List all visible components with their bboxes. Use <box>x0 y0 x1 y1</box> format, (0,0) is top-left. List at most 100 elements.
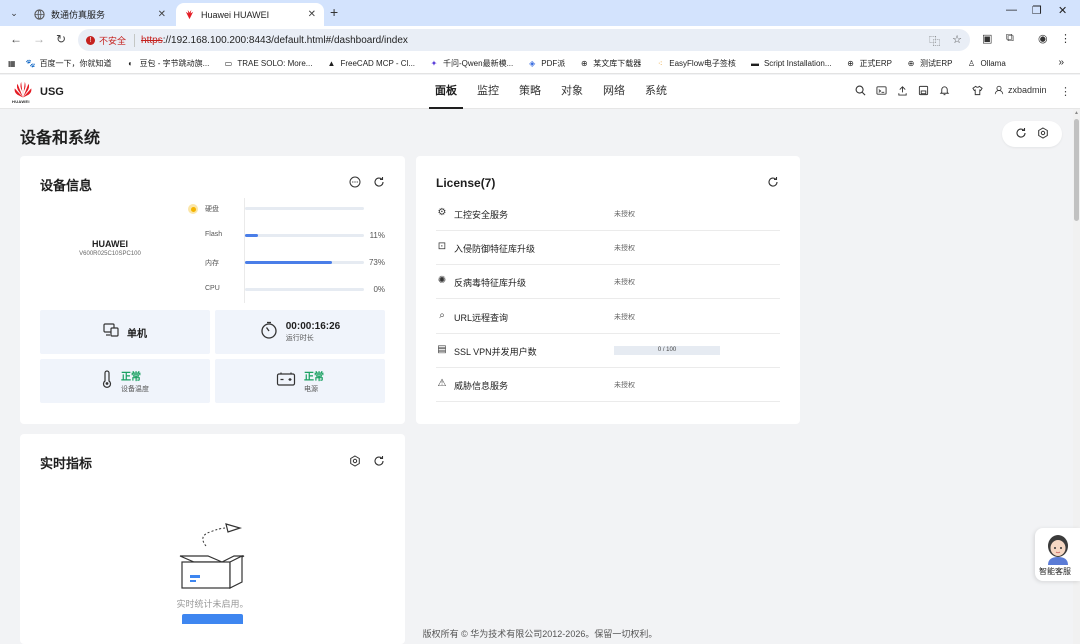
close-tab-icon[interactable]: ✕ <box>158 9 166 20</box>
back-icon[interactable]: ← <box>10 32 22 46</box>
bookmark-item[interactable]: ▬ Script Installation... <box>750 59 832 69</box>
bookmark-item[interactable]: ◈ PDF派 <box>527 58 565 69</box>
nav-monitor[interactable]: 监控 <box>467 75 509 109</box>
puzzle-icon[interactable]: ⧉ <box>1006 32 1014 45</box>
bookmark-star-icon[interactable]: ☆ <box>952 33 962 49</box>
user-menu[interactable]: zxbadmin <box>994 85 1047 95</box>
nav-system[interactable]: 系统 <box>635 75 677 109</box>
license-row[interactable]: ✺ 反病毒特征库升级 未授权 <box>436 265 780 299</box>
footer-copyright: 版权所有 © 华为技术有限公司2012-2026。保留一切权利。 <box>422 629 658 639</box>
doubao-icon: ◐ <box>128 59 133 68</box>
globe-icon: ⊕ <box>907 59 915 68</box>
bookmark-item[interactable]: ⊕ 正式ERP <box>846 58 892 69</box>
close-tab-icon[interactable]: ✕ <box>308 9 316 20</box>
settings-icon[interactable] <box>1037 126 1049 142</box>
bookmark-item[interactable]: ⁖ EasyFlow电子签核 <box>655 58 736 69</box>
reload-icon[interactable]: ↻ <box>56 32 66 46</box>
scrollbar-thumb[interactable] <box>1074 119 1079 221</box>
save-icon[interactable] <box>918 85 929 99</box>
tab-title: 数通仿真服务 <box>51 10 106 20</box>
nav-network[interactable]: 网络 <box>593 75 635 109</box>
bookmark-item[interactable]: 🐾 百度一下，你就知道 <box>26 58 112 69</box>
url-protocol: https <box>141 34 163 46</box>
url-text: ://192.168.100.200:8443/default.html#/da… <box>162 34 408 46</box>
terminal-icon[interactable] <box>876 85 887 99</box>
translate-icon[interactable]: ⿻ <box>929 33 940 49</box>
ollama-icon: ♙ <box>967 59 976 68</box>
restore-icon[interactable]: ❐ <box>1032 4 1042 17</box>
nav-dashboard[interactable]: 面板 <box>425 75 467 109</box>
globe-icon <box>34 9 45 20</box>
refresh-icon[interactable] <box>373 455 385 470</box>
settings-icon[interactable] <box>349 455 361 470</box>
stopwatch-icon <box>260 321 278 343</box>
minimize-icon[interactable]: — <box>1006 4 1017 16</box>
bookmark-item[interactable]: ◐ 豆包 - 字节跳动旗... <box>126 58 209 69</box>
huawei-favicon-icon <box>184 9 195 20</box>
more-icon[interactable]: ⋮ <box>1060 85 1071 98</box>
apps-grid-icon[interactable]: ▦ <box>8 59 16 68</box>
browser-tab[interactable]: 数通仿真服务 ✕ <box>26 3 174 26</box>
extension-icon[interactable]: ▣ <box>982 32 992 45</box>
forward-icon[interactable]: → <box>33 32 45 46</box>
more-menu-icon[interactable]: ⋮ <box>1060 32 1071 45</box>
username: zxbadmin <box>1008 85 1047 95</box>
mode-tile: 单机 <box>40 310 210 354</box>
threat-icon: ⚠ <box>437 378 447 389</box>
gear-icon: ⚙ <box>437 207 447 218</box>
flow-icon: ⁖ <box>657 59 663 68</box>
refresh-icon[interactable] <box>373 176 385 191</box>
page-toolbar <box>1002 121 1062 147</box>
main-nav: 面板 监控 策略 对象 网络 系统 <box>425 75 677 109</box>
license-row[interactable]: ⌕ URL远程查询 未授权 <box>436 300 780 334</box>
device-model: HUAWEI V600R025C10SPC100 <box>20 239 200 257</box>
power-label: 电源 <box>304 386 318 393</box>
license-row[interactable]: ⚠ 威胁信息服务 未授权 <box>436 368 780 402</box>
vpn-icon: ▤ <box>437 344 447 355</box>
nav-policy[interactable]: 策略 <box>509 75 551 109</box>
refresh-icon[interactable] <box>767 176 779 191</box>
license-row[interactable]: ⚙ 工控安全服务 未授权 <box>436 197 780 231</box>
assistant-label: 智能客服 <box>1039 567 1071 576</box>
device-version: V600R025C10SPC100 <box>79 251 141 257</box>
trae-icon: ▭ <box>224 59 233 68</box>
bell-icon[interactable] <box>939 85 950 99</box>
bookmark-item[interactable]: ✦ 千问-Qwen最新模... <box>429 58 514 69</box>
security-indicator[interactable]: ! 不安全 <box>86 33 136 47</box>
shirt-icon[interactable] <box>972 85 983 99</box>
qwen-icon: ✦ <box>430 59 438 68</box>
bookmark-item[interactable]: ⊕ 测试ERP <box>906 58 953 69</box>
bookmark-item[interactable]: ▭ TRAE SOLO: More... <box>223 59 313 69</box>
profile-icon[interactable]: ◉ <box>1038 32 1048 45</box>
refresh-icon[interactable] <box>1015 127 1027 142</box>
power-value: 正常 <box>304 372 324 383</box>
smart-assistant-button[interactable]: 智能客服 <box>1035 528 1080 581</box>
thermometer-icon <box>101 370 113 392</box>
search-icon[interactable] <box>855 85 866 99</box>
address-bar[interactable]: ! 不安全 https ://192.168.100.200:8443/defa… <box>78 29 970 51</box>
browser-tab-active[interactable]: Huawei HUAWEI ✕ <box>176 3 324 26</box>
more-options-icon[interactable] <box>349 176 361 191</box>
upload-icon[interactable] <box>897 85 908 99</box>
bookmark-item[interactable]: ▲ FreeCAD MCP - Cl... <box>326 59 416 69</box>
resource-row-disk: 硬盘 <box>200 202 386 216</box>
new-tab-icon[interactable]: + <box>330 4 338 20</box>
bookmarks-overflow-icon[interactable]: » <box>1058 57 1064 68</box>
uptime-value: 00:00:16:26 <box>285 321 341 332</box>
bookmark-item[interactable]: ⊕ 某文库下载器 <box>579 58 641 69</box>
license-row[interactable]: ⊡ 入侵防御特征库升级 未授权 <box>436 231 780 265</box>
app-header: HUAWEI USG 面板 监控 策略 对象 网络 系统 zxbadmin ⋮ <box>0 75 1080 109</box>
globe-icon: ⊕ <box>580 59 588 68</box>
scroll-up-icon[interactable]: ▲ <box>1074 110 1079 116</box>
resource-row-flash: Flash 11% <box>205 231 385 240</box>
memory-usage-bar <box>245 261 332 264</box>
bookmark-item[interactable]: ♙ Ollama <box>966 59 1006 69</box>
devices-icon <box>103 322 119 342</box>
disk-usage-bar <box>245 207 364 210</box>
tab-search-icon[interactable]: ⌄ <box>6 5 22 21</box>
enable-stats-button[interactable] <box>182 614 243 624</box>
close-window-icon[interactable]: ✕ <box>1058 4 1067 17</box>
nav-object[interactable]: 对象 <box>551 75 593 109</box>
license-row[interactable]: ▤ SSL VPN并发用户数 0 / 100 <box>436 334 780 368</box>
assistant-avatar-icon <box>1048 535 1068 565</box>
